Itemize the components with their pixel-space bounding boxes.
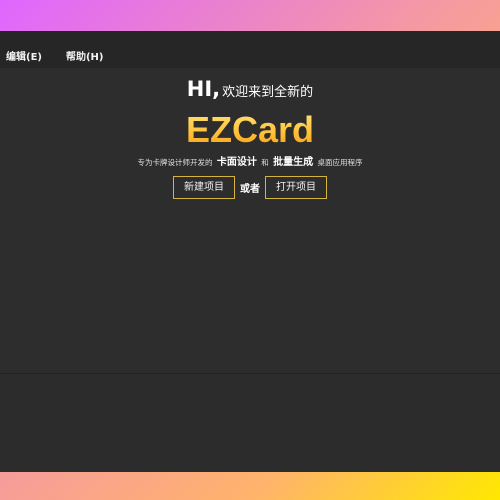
menu-bar: 编辑(E) 帮助(H) [0, 31, 500, 68]
greeting-hi: HI, [186, 77, 221, 101]
bottom-panel [0, 373, 500, 472]
app-window: 编辑(E) 帮助(H) HI, 欢迎来到全新的 EZCard 专为卡牌设计师开发的… [0, 31, 500, 472]
tagline-feature-batch-generate: 批量生成 [273, 157, 314, 168]
welcome-area: HI, 欢迎来到全新的 EZCard 专为卡牌设计师开发的 卡面设计 和 批量生成… [0, 68, 500, 373]
welcome-hero: HI, 欢迎来到全新的 EZCard 专为卡牌设计师开发的 卡面设计 和 批量生成… [0, 76, 500, 199]
tagline-prefix: 专为卡牌设计师开发的 [137, 158, 213, 167]
tagline-and: 和 [261, 158, 269, 167]
menu-edit[interactable]: 编辑(E) [6, 51, 54, 68]
tagline: 专为卡牌设计师开发的 卡面设计 和 批量生成 桌面应用程序 [0, 156, 500, 170]
start-actions: 新建项目 或者 打开项目 [0, 176, 500, 199]
open-project-button[interactable]: 打开项目 [265, 176, 327, 199]
tagline-suffix: 桌面应用程序 [317, 158, 363, 167]
new-project-button[interactable]: 新建项目 [173, 176, 235, 199]
greeting-text: 欢迎来到全新的 [222, 85, 314, 100]
greeting: HI, 欢迎来到全新的 [0, 76, 500, 106]
tagline-feature-card-design: 卡面设计 [216, 157, 257, 168]
menu-help[interactable]: 帮助(H) [66, 51, 116, 68]
app-name-title: EZCard [0, 108, 500, 152]
or-label: 或者 [240, 184, 260, 195]
